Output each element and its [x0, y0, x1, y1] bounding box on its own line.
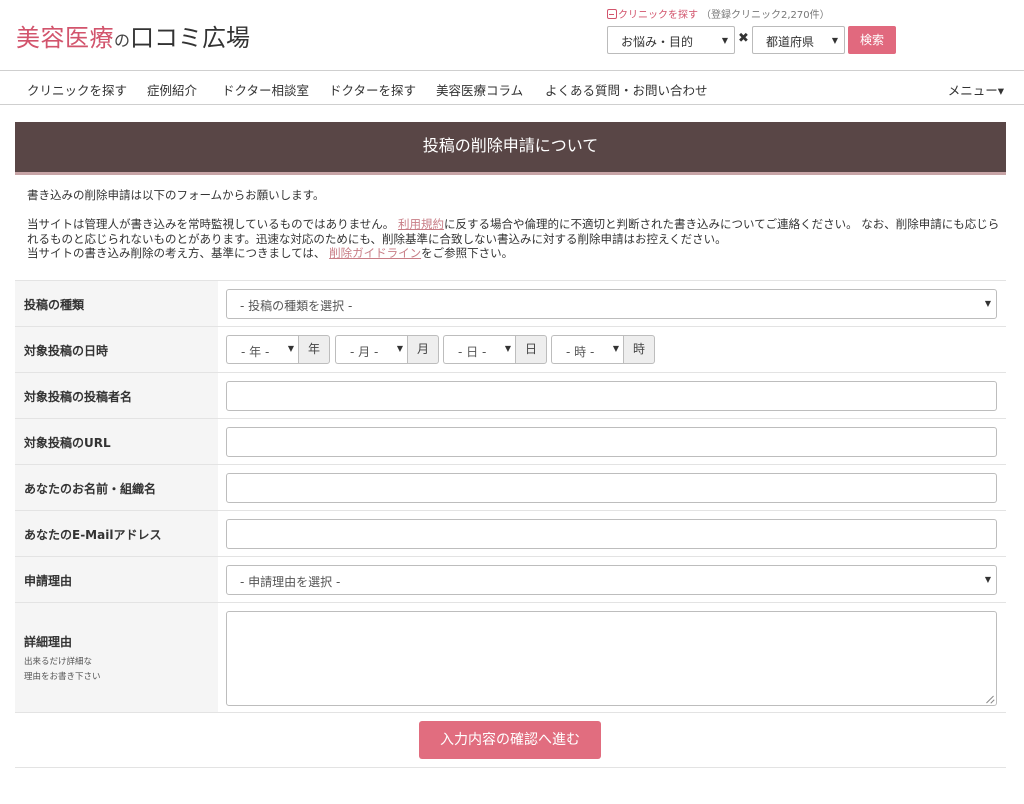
resize-handle-icon[interactable]: [986, 695, 994, 703]
search-button[interactable]: 検索: [848, 26, 896, 54]
day-select[interactable]: - 日 - ▼: [443, 335, 515, 364]
detail-label: 詳細理由: [24, 635, 73, 649]
day-select-value: - 日 -: [458, 345, 487, 359]
post-type-select[interactable]: - 投稿の種類を選択 - ▼: [226, 289, 997, 319]
nav-item-find-clinic[interactable]: クリニックを探す: [27, 80, 127, 99]
logo-part-3: 口コミ広場: [130, 24, 251, 52]
post-url-input[interactable]: [226, 427, 997, 457]
chevron-down-icon: ▼: [396, 344, 403, 353]
form-row-detail: 詳細理由 出来るだけ詳細な 理由をお書き下さい: [15, 602, 1006, 713]
intro-p3-text-b: をご参照下さい。: [421, 246, 514, 260]
concern-select-value: お悩み・目的: [621, 35, 694, 49]
intro-line-1: 書き込みの削除申請は以下のフォームからお願いします。: [27, 188, 325, 202]
deletion-guideline-link[interactable]: 削除ガイドライン: [329, 246, 421, 260]
hour-select[interactable]: - 時 - ▼: [551, 335, 623, 364]
times-icon: ✖: [738, 31, 749, 46]
clinic-search-icon: [607, 9, 617, 19]
chevron-down-icon: ▼: [504, 344, 511, 353]
your-name-label: あなたのお名前・組織名: [24, 482, 157, 496]
chevron-down-icon: ▼: [287, 344, 294, 353]
chevron-down-icon: ▼: [612, 344, 619, 353]
form-row-post-datetime: 対象投稿の日時 - 年 - ▼ 年 - 月 - ▼ 月 - 日 - ▼ 日 - 時 -…: [15, 326, 1006, 372]
site-header: 美容医療の口コミ広場 クリニックを探す （登録クリニック2,270件） お悩み・目…: [0, 0, 1024, 70]
find-clinic-info: クリニックを探す （登録クリニック2,270件）: [607, 6, 830, 21]
chevron-down-icon: ▼: [831, 36, 838, 45]
detail-sub-1: 出来るだけ詳細な: [24, 657, 93, 667]
chevron-down-icon: ▼: [984, 299, 991, 308]
reason-select[interactable]: - 申請理由を選択 - ▼: [226, 565, 997, 595]
nav-item-doctor-consult[interactable]: ドクター相談室: [222, 80, 309, 99]
post-type-label: 投稿の種類: [24, 298, 85, 312]
reason-select-value: - 申請理由を選択 -: [240, 575, 341, 589]
site-logo[interactable]: 美容医療の口コミ広場: [16, 18, 250, 53]
confirm-button[interactable]: 入力内容の確認へ進む: [419, 721, 601, 759]
form-row-poster-name: 対象投稿の投稿者名: [15, 372, 1006, 418]
prefecture-select[interactable]: 都道府県 ▼: [752, 26, 845, 54]
chevron-down-icon: ▼: [984, 575, 991, 584]
nav-item-faq-contact[interactable]: よくある質問・お問い合わせ: [545, 80, 708, 99]
detail-sub-2: 理由をお書き下さい: [24, 672, 101, 682]
year-unit: 年: [298, 335, 330, 364]
prefecture-select-value: 都道府県: [766, 35, 815, 49]
main-nav: クリニックを探す 症例紹介 ドクター相談室 ドクターを探す 美容医療コラム よく…: [0, 70, 1024, 105]
year-select-value: - 年 -: [241, 345, 270, 359]
form-row-post-type: 投稿の種類 - 投稿の種類を選択 - ▼: [15, 280, 1006, 326]
month-select-value: - 月 -: [350, 345, 379, 359]
intro-paragraph-3: 当サイトの書き込み削除の考え方、基準につきましては、 削除ガイドラインをご参照下…: [27, 246, 1003, 261]
post-datetime-label: 対象投稿の日時: [24, 344, 109, 358]
intro-p3-text-a: 当サイトの書き込み削除の考え方、基準につきましては、: [27, 246, 326, 260]
page-title: 投稿の削除申請について: [15, 122, 1006, 175]
intro-p2-text-a: 当サイトは管理人が書き込みを常時監視しているものではありません。: [27, 217, 395, 231]
your-name-input[interactable]: [226, 473, 997, 503]
clinic-count: （登録クリニック2,270件）: [701, 10, 830, 21]
menu-button[interactable]: メニュー▾: [948, 80, 1004, 99]
form-row-post-url: 対象投稿のURL: [15, 418, 1006, 464]
hour-select-value: - 時 -: [566, 345, 595, 359]
form-row-email: あなたのE-Mailアドレス: [15, 510, 1006, 556]
form-row-your-name: あなたのお名前・組織名: [15, 464, 1006, 510]
find-clinic-link[interactable]: クリニックを探す: [618, 10, 698, 21]
terms-link[interactable]: 利用規約: [398, 217, 444, 231]
form-row-reason: 申請理由 - 申請理由を選択 - ▼: [15, 556, 1006, 602]
hour-unit: 時: [623, 335, 655, 364]
email-field[interactable]: [226, 519, 997, 549]
reason-label: 申請理由: [24, 574, 73, 588]
day-unit: 日: [515, 335, 547, 364]
logo-part-2: の: [114, 31, 131, 50]
year-select[interactable]: - 年 - ▼: [226, 335, 298, 364]
bottom-divider: [15, 767, 1006, 768]
email-label: あなたのE-Mailアドレス: [24, 528, 162, 542]
month-select[interactable]: - 月 - ▼: [335, 335, 407, 364]
month-unit: 月: [407, 335, 439, 364]
detail-textarea[interactable]: [226, 611, 997, 706]
post-type-select-value: - 投稿の種類を選択 -: [240, 299, 353, 313]
concern-select[interactable]: お悩み・目的 ▼: [607, 26, 735, 54]
poster-name-label: 対象投稿の投稿者名: [24, 390, 133, 404]
post-url-label: 対象投稿のURL: [24, 436, 111, 450]
poster-name-input[interactable]: [226, 381, 997, 411]
nav-item-find-doctor[interactable]: ドクターを探す: [329, 80, 416, 99]
intro-paragraph-2: 当サイトは管理人が書き込みを常時監視しているものではありません。 利用規約に反す…: [27, 217, 1003, 246]
chevron-down-icon: ▼: [721, 36, 728, 45]
intro-text: 書き込みの削除申請は以下のフォームからお願いします。 当サイトは管理人が書き込み…: [27, 188, 1003, 261]
nav-item-case-studies[interactable]: 症例紹介: [147, 80, 197, 99]
logo-part-1: 美容医療: [16, 24, 114, 52]
nav-item-column[interactable]: 美容医療コラム: [436, 80, 523, 99]
